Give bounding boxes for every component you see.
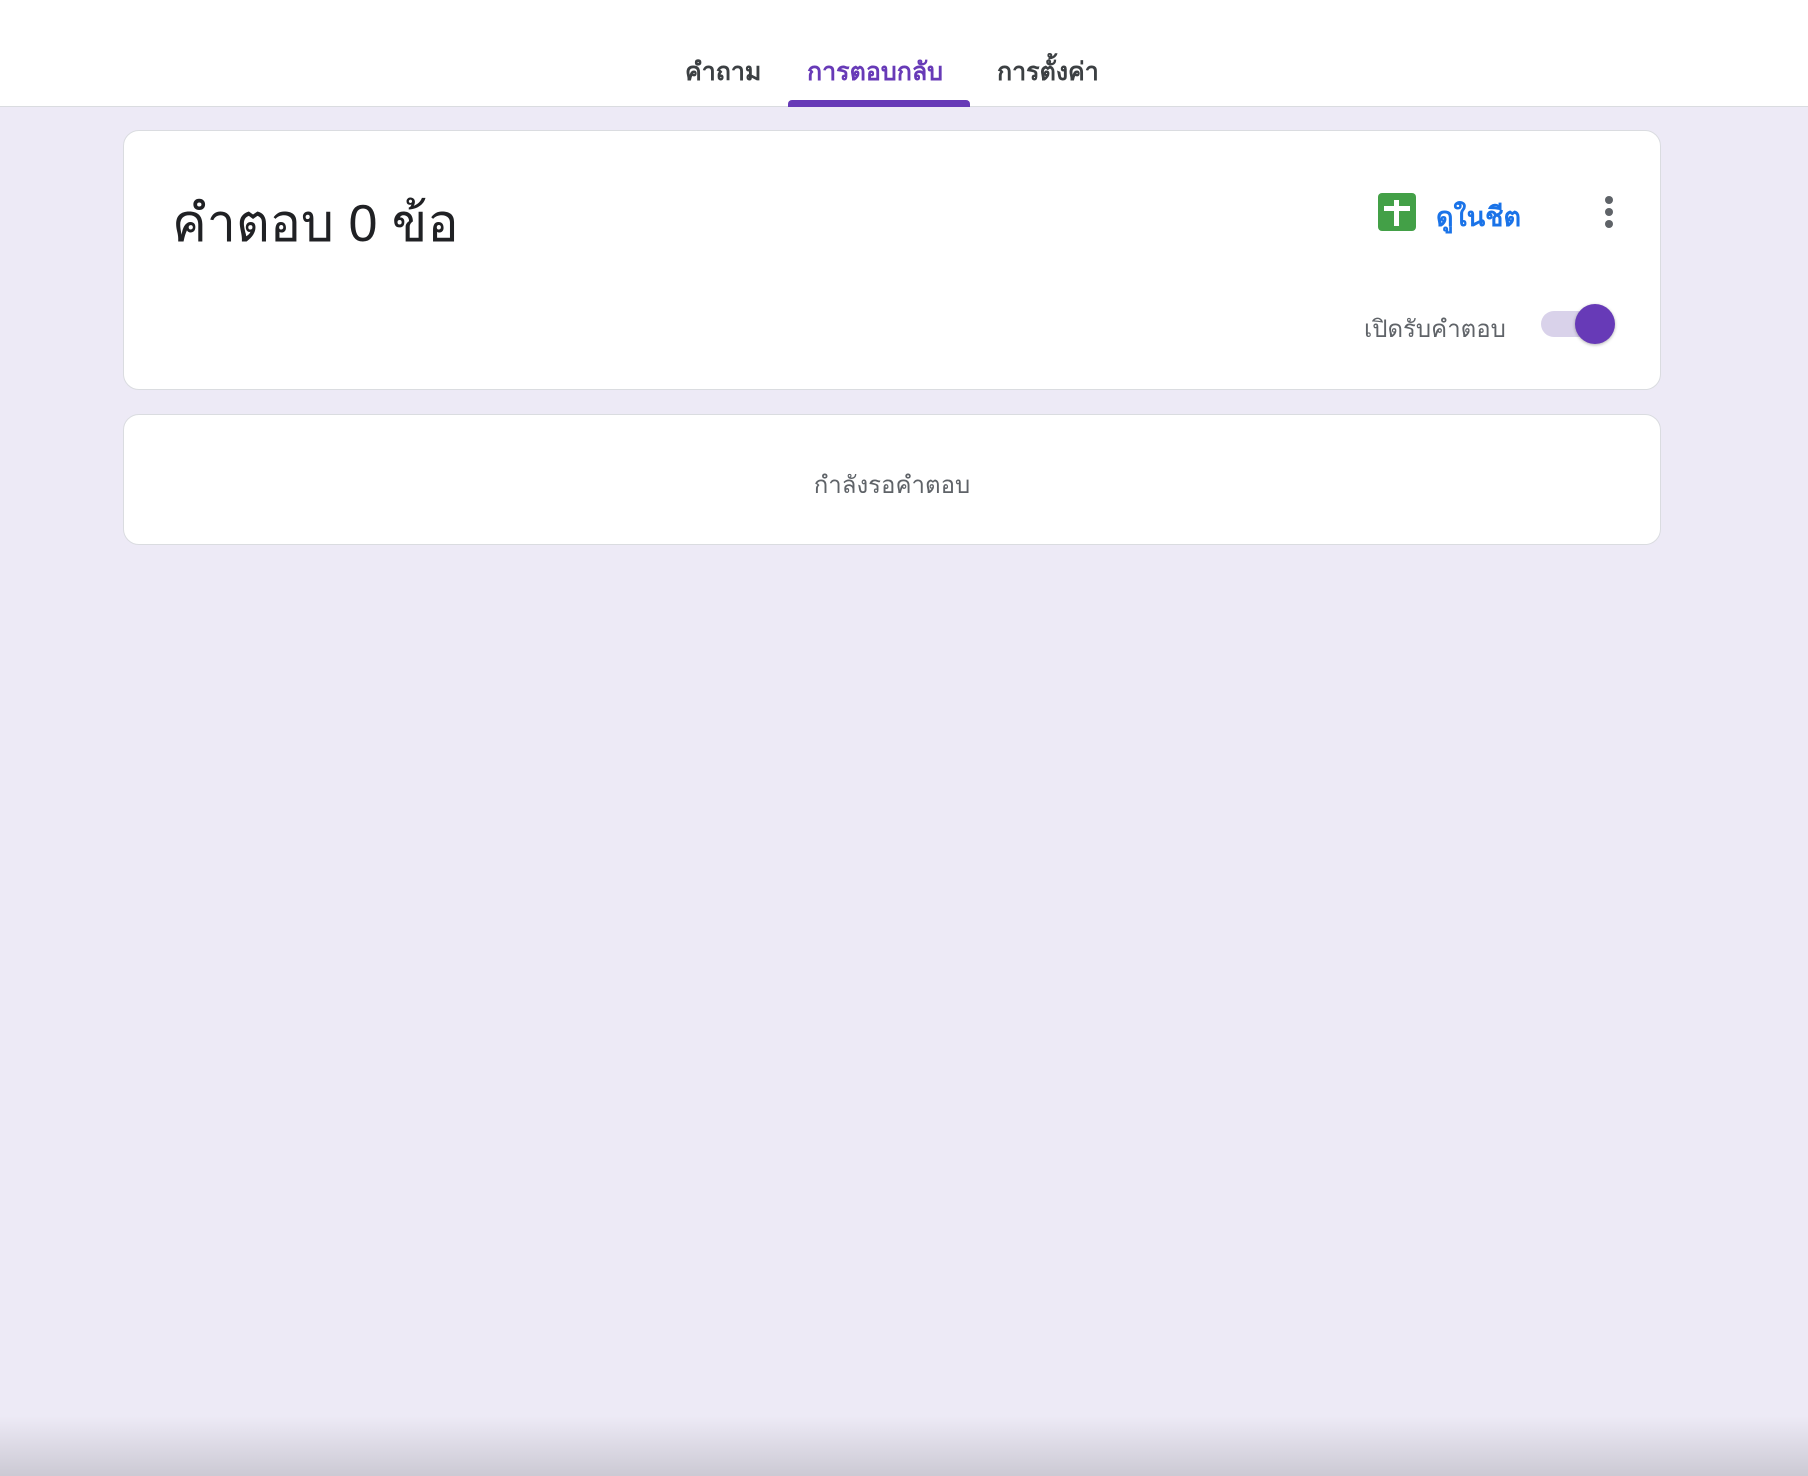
responses-summary-card: คำตอบ 0 ข้อ ดูในชีต เปิดรับคำตอบ xyxy=(123,130,1661,390)
tab-bar: คำถาม การตอบกลับ การตั้งค่า xyxy=(0,0,1808,107)
more-vert-icon[interactable] xyxy=(1589,189,1629,235)
tab-settings[interactable]: การตั้งค่า xyxy=(997,52,1099,92)
tab-responses[interactable]: การตอบกลับ xyxy=(807,52,943,92)
toggle-thumb xyxy=(1575,304,1615,344)
accepting-responses-label: เปิดรับคำตอบ xyxy=(1364,316,1506,343)
view-in-sheets-link[interactable]: ดูในชีต xyxy=(1436,195,1521,238)
active-tab-indicator xyxy=(788,100,970,107)
google-sheets-icon[interactable] xyxy=(1378,193,1416,231)
waiting-for-responses-text: กำลังรอคำตอบ xyxy=(813,472,971,499)
responses-count-title: คำตอบ 0 ข้อ xyxy=(172,195,459,253)
accepting-responses-toggle[interactable] xyxy=(1539,303,1615,345)
tab-questions[interactable]: คำถาม xyxy=(685,52,761,92)
bottom-shadow xyxy=(0,1416,1808,1476)
responses-status-card: กำลังรอคำตอบ xyxy=(123,414,1661,545)
